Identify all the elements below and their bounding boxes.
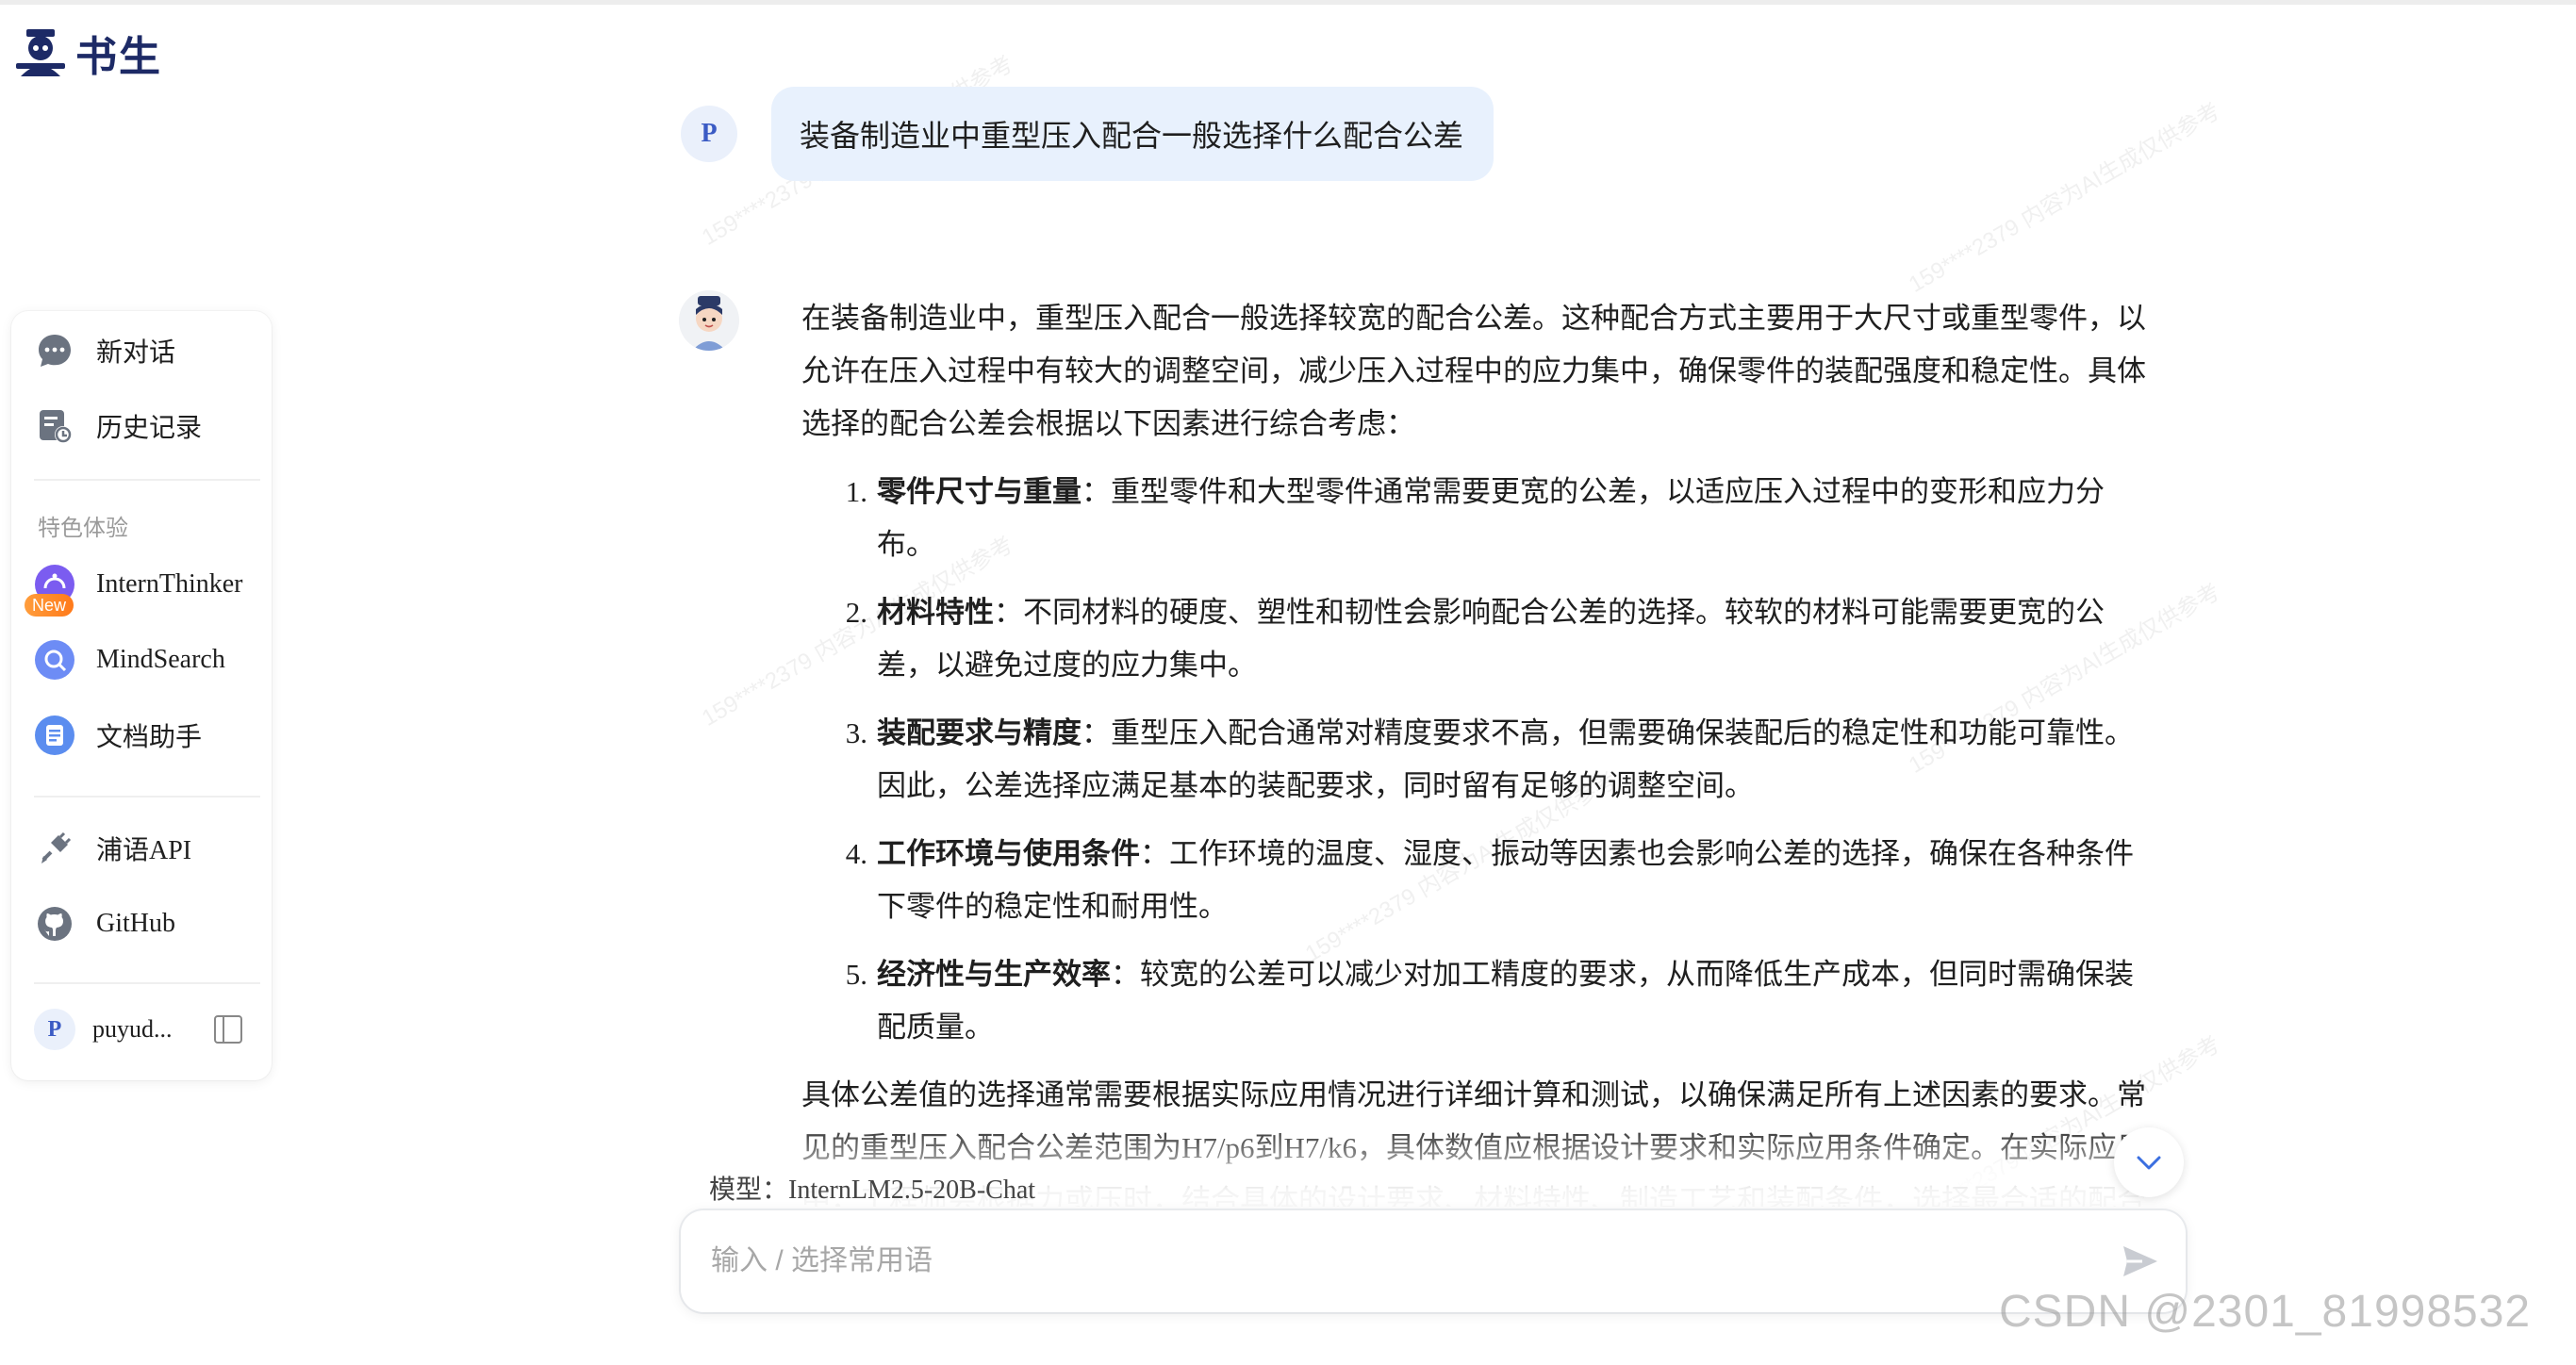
brand-name: 书生 xyxy=(75,33,162,81)
sidebar-section-title: 特色体验 xyxy=(38,516,128,541)
scholar-logo-icon xyxy=(16,29,65,76)
list-item: 2. 材料特性：不同材料的硬度、塑性和韧性会影响配合公差的选择。较软的材料可能需… xyxy=(801,586,2146,692)
github-icon xyxy=(34,903,75,945)
list-item-text: ：不同材料的硬度、塑性和韧性会影响配合公差的选择。较软的材料可能需要更宽的公差，… xyxy=(877,596,2105,682)
sidebar-divider xyxy=(34,982,260,984)
list-item-title: 零件尺寸与重量 xyxy=(877,475,1082,508)
sidebar-item-label: 文档助手 xyxy=(96,723,203,752)
history-icon xyxy=(34,405,75,447)
list-item-title: 经济性与生产效率 xyxy=(877,958,1111,991)
user-message-bubble: 装备制造业中重型压入配合一般选择什么配合公差 xyxy=(771,87,1494,181)
document-assistant-icon xyxy=(34,715,75,756)
list-item-number: 1. xyxy=(845,475,867,508)
sidebar-item-label: 新对话 xyxy=(96,338,176,368)
user-profile[interactable]: P puyud... xyxy=(34,1009,242,1050)
answer-intro: 在装备制造业中，重型压入配合一般选择较宽的配合公差。这种配合方式主要用于大尺寸或… xyxy=(801,302,2146,440)
plug-icon xyxy=(34,828,75,869)
list-item: 1. 零件尺寸与重量：重型零件和大型零件通常需要更宽的公差，以适应压入过程中的变… xyxy=(801,466,2146,571)
list-item-title: 装配要求与精度 xyxy=(877,716,1082,749)
answer-list: 1. 零件尺寸与重量：重型零件和大型零件通常需要更宽的公差，以适应压入过程中的变… xyxy=(801,466,2146,1054)
message-composer xyxy=(681,1210,2186,1312)
sidebar-item-label: MindSearch xyxy=(96,645,225,674)
sidebar-item-label: 浦语API xyxy=(96,836,192,865)
csdn-watermark: CSDN @2301_81998532 xyxy=(1999,1287,2532,1337)
new-badge: New xyxy=(25,594,74,617)
list-item: 4. 工作环境与使用条件：工作环境的温度、湿度、振动等因素也会影响公差的选择，确… xyxy=(801,828,2146,933)
model-label[interactable]: 模型：InternLM2.5-20B-Chat xyxy=(709,1169,1035,1207)
brand-logo[interactable]: 书生 xyxy=(13,23,162,83)
avatar: P xyxy=(34,1009,75,1050)
send-button[interactable] xyxy=(2118,1239,2163,1284)
message-input[interactable] xyxy=(711,1235,2069,1288)
assistant-avatar xyxy=(679,290,739,351)
sidebar-item-internthinker[interactable]: New InternThinker xyxy=(25,564,243,617)
user-name: puyud... xyxy=(92,1015,173,1043)
sidebar-collapse-icon[interactable] xyxy=(213,1015,242,1044)
watermark: 159****2379 内容为AI生成仅供参考 xyxy=(1904,98,2225,298)
send-icon xyxy=(2123,1246,2157,1276)
list-item-title: 工作环境与使用条件 xyxy=(877,837,1140,870)
sidebar-item-mindsearch[interactable]: MindSearch xyxy=(34,639,225,681)
sidebar-item-label: 历史记录 xyxy=(96,414,203,443)
list-item: 5. 经济性与生产效率：较宽的公差可以减少对加工精度的要求，从而降低生产成本，但… xyxy=(801,948,2146,1054)
list-item: 3. 装配要求与精度：重型压入配合通常对精度要求不高，但需要确保装配后的稳定性和… xyxy=(801,707,2146,813)
sidebar-item-history[interactable]: 历史记录 xyxy=(34,405,202,447)
list-item-number: 3. xyxy=(845,716,867,749)
scroll-to-bottom-button[interactable] xyxy=(2114,1127,2184,1197)
sidebar-item-label: InternThinker xyxy=(96,569,243,599)
user-message-text: 装备制造业中重型压入配合一般选择什么配合公差 xyxy=(800,119,1464,153)
sidebar-item-github[interactable]: GitHub xyxy=(34,903,175,945)
chat-bubble-icon xyxy=(34,330,75,371)
sidebar-item-label: GitHub xyxy=(96,909,175,938)
assistant-answer: 在装备制造业中，重型压入配合一般选择较宽的配合公差。这种配合方式主要用于大尺寸或… xyxy=(801,292,2146,1207)
sidebar-divider xyxy=(34,796,260,798)
top-border xyxy=(0,0,2576,5)
sidebar: 新对话 历史记录 特色体验 New InternThinker MindSear… xyxy=(11,311,272,1080)
sidebar-item-document-assistant[interactable]: 文档助手 xyxy=(34,715,202,756)
internthinker-icon: New xyxy=(25,564,75,617)
user-avatar: P xyxy=(681,106,737,162)
list-item-number: 5. xyxy=(845,958,867,991)
chevron-down-icon xyxy=(2137,1156,2161,1170)
sidebar-item-new-chat[interactable]: 新对话 xyxy=(34,330,175,371)
sidebar-item-puyu-api[interactable]: 浦语API xyxy=(34,828,191,869)
scholar-avatar-icon xyxy=(679,290,739,351)
sidebar-divider xyxy=(34,479,260,481)
mindsearch-icon xyxy=(34,639,75,681)
list-item-number: 4. xyxy=(845,837,867,870)
list-item-number: 2. xyxy=(845,596,867,629)
list-item-title: 材料特性 xyxy=(877,596,994,629)
